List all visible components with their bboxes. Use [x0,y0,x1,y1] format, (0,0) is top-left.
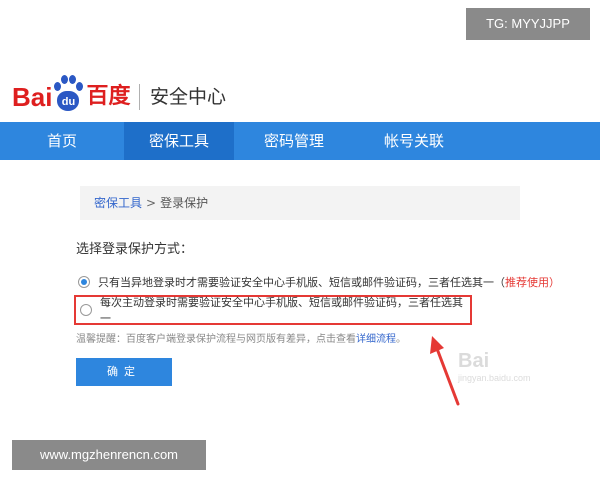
nav-item-security-tools[interactable]: 密保工具 [124,122,234,160]
tip-text: 温馨提醒：百度客户端登录保护流程与网页版有差异，点击查看详细流程。 [76,330,406,345]
nav-item-password[interactable]: 密码管理 [234,122,354,160]
page-title: 安全中心 [150,86,227,108]
recommend-label: 推荐使用 [505,276,549,289]
radio-remote-login[interactable] [78,276,90,288]
option-remote-login[interactable]: 只有当异地登录时才需要验证安全中心手机版、短信或邮件验证码，三者任选其一（ 推荐使… [78,274,560,290]
main-nav: 首页 密保工具 密码管理 帐号关联 [0,122,600,160]
section-label: 选择登录保护方式： [76,242,194,257]
logo-bai-text: Bai [12,82,53,112]
watermark-logo: Bai [458,350,490,372]
breadcrumb: 密保工具 > 登录保护 [80,186,520,220]
logo-chinese-text: 百度 [86,84,131,109]
breadcrumb-current: 登录保护 [160,196,209,210]
tip-end: 。 [396,334,406,345]
detail-flow-link[interactable]: 详细流程 [356,334,396,345]
tg-watermark-label: TG: MYYJJPP [466,8,590,40]
option-every-login[interactable]: 每次主动登录时需要验证安全中心手机版、短信或邮件验证码，三者任选其一 [74,295,472,325]
paw-icon: du [53,74,84,114]
baidu-logo[interactable]: Bai du 百度 [12,70,130,114]
breadcrumb-link-security-tools[interactable]: 密保工具 [94,196,142,210]
confirm-button[interactable]: 确定 [76,358,172,386]
header-divider [139,84,140,110]
breadcrumb-separator: > [146,196,157,210]
option-remote-login-text: 只有当异地登录时才需要验证安全中心手机版、短信或邮件验证码，三者任选其一（ [98,276,505,289]
logo-du-text: du [57,91,80,111]
recommend-close: ） [549,276,560,289]
nav-item-home[interactable]: 首页 [0,122,124,160]
nav-item-account-link[interactable]: 帐号关联 [354,122,474,160]
tip-message: 温馨提醒：百度客户端登录保护流程与网页版有差异，点击查看 [76,334,356,345]
page-header: Bai du 百度 安全中心 [0,66,600,122]
site-url-label: www.mgzhenrencn.com [12,440,206,470]
option-every-login-text: 每次主动登录时需要验证安全中心手机版、短信或邮件验证码，三者任选其一 [100,296,463,325]
watermark-url: jingyan.baidu.com [458,373,531,383]
baidu-jingyan-watermark: Bai jingyan.baidu.com [458,350,578,400]
radio-every-login[interactable] [80,304,92,316]
